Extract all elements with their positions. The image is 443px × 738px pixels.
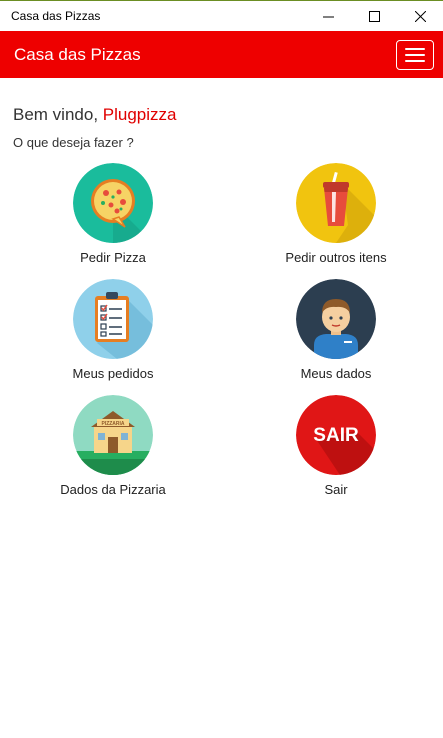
tile-label: Pedir outros itens	[285, 250, 387, 265]
hamburger-bar	[405, 53, 425, 56]
hamburger-menu-button[interactable]	[396, 39, 434, 70]
hamburger-bar	[405, 47, 425, 50]
clipboard-checklist-icon	[73, 279, 153, 359]
tile-dados-da-pizzaria[interactable]: PIZZARIA Dados da Pizzaria	[33, 395, 193, 497]
options-grid: Pedir Pizza Pedir outros itens Meus pedi…	[13, 150, 430, 510]
tile-label: Dados da Pizzaria	[60, 482, 166, 497]
user-avatar-icon	[296, 279, 376, 359]
tile-label: Meus dados	[300, 366, 372, 381]
minimize-icon	[322, 16, 334, 17]
pizza-icon	[73, 163, 153, 243]
pizzeria-house-icon: PIZZARIA	[73, 395, 153, 475]
main-content: Bem vindo, Plugpizza O que deseja fazer …	[0, 105, 443, 510]
close-button[interactable]	[397, 1, 443, 31]
navbar: Casa das Pizzas	[0, 31, 443, 78]
greeting-prefix: Bem vindo,	[13, 105, 103, 124]
app-window: Casa das Pizzas Casa das Pizzas Bem vind…	[0, 0, 443, 738]
sair-exit-icon: SAIR	[296, 395, 376, 475]
question-text: O que deseja fazer ?	[13, 135, 134, 150]
soda-cup-icon	[296, 163, 376, 243]
greeting: Bem vindo, Plugpizza	[13, 105, 430, 127]
maximize-icon	[368, 10, 380, 22]
maximize-button[interactable]	[351, 1, 397, 31]
title-bar: Casa das Pizzas	[0, 1, 443, 31]
tile-pedir-pizza[interactable]: Pedir Pizza	[33, 163, 193, 265]
user-name: Plugpizza	[102, 105, 177, 124]
navbar-brand[interactable]: Casa das Pizzas	[14, 45, 141, 65]
sair-icon-text: SAIR	[313, 425, 359, 446]
tile-meus-dados[interactable]: Meus dados	[256, 279, 416, 381]
window-title: Casa das Pizzas	[11, 9, 101, 23]
close-icon	[414, 10, 426, 22]
hamburger-bar	[405, 59, 425, 62]
tile-label: Pedir Pizza	[80, 250, 146, 265]
tile-label: Meus pedidos	[72, 366, 154, 381]
pizzeria-sign-text: PIZZARIA	[101, 421, 124, 427]
tile-sair[interactable]: SAIR Sair	[256, 395, 416, 497]
minimize-button[interactable]	[305, 1, 351, 31]
tile-pedir-outros-itens[interactable]: Pedir outros itens	[256, 163, 416, 265]
tile-meus-pedidos[interactable]: Meus pedidos	[33, 279, 193, 381]
tile-label: Sair	[324, 482, 348, 497]
